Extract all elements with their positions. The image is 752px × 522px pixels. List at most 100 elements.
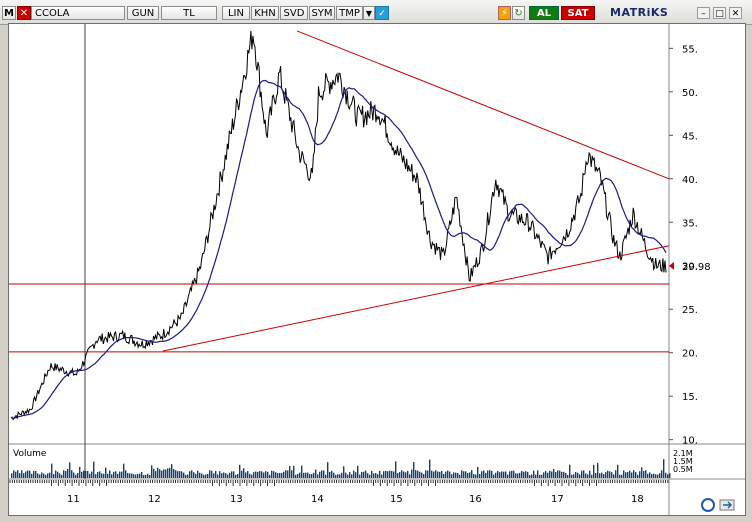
volume-bar [65,470,67,478]
volume-bar [595,472,597,478]
khn-button[interactable]: KHN [251,6,279,20]
volume-bar [277,473,279,478]
buy-button[interactable]: AL [529,6,559,20]
sym-button[interactable]: SYM [309,6,335,20]
volume-bar [431,470,433,478]
volume-bar [69,462,71,478]
menu-m-button[interactable]: M [2,6,16,20]
x-tick-label: 16 [469,494,482,505]
svd-button[interactable]: SVD [280,6,308,20]
volume-bar [541,474,543,478]
price-chart[interactable]: 10.15.20.25.30.35.40.45.50.55.29.98 Volu… [9,24,745,515]
volume-bar [439,471,441,478]
volume-bar [483,470,485,478]
volume-bar [119,471,121,478]
volume-bar [445,471,447,478]
refresh-icon[interactable]: ↻ [512,6,525,20]
volume-bar [231,471,233,478]
twitter-icon[interactable]: ✓ [375,6,389,20]
volume-bar [95,474,97,478]
volume-bar [343,466,345,478]
window-close-icon[interactable]: ✕ [729,7,742,19]
lin-button[interactable]: LIN [222,6,250,20]
volume-bar [57,471,59,478]
volume-bar [469,472,471,478]
volume-bar [359,474,361,478]
volume-bar [199,472,201,478]
volume-bar [315,469,317,478]
volume-bar [623,470,625,478]
volume-bar [171,464,173,478]
volume-bar [187,474,189,478]
sell-button[interactable]: SAT [561,6,595,20]
volume-bar [267,471,269,478]
volume-bar [461,470,463,478]
period-button[interactable]: GUN [127,6,159,20]
volume-bar [473,474,475,478]
tmp-button[interactable]: TMP [336,6,363,20]
volume-bar [19,473,21,478]
volume-bar [219,471,221,478]
volume-bar [41,472,43,478]
volume-bar [361,471,363,478]
volume-bar [169,467,171,478]
volume-bar [647,473,649,478]
volume-bar [401,470,403,478]
volume-bar [49,472,51,478]
dropdown-arrow-icon[interactable]: ▼ [363,6,375,20]
volume-bar [73,472,75,478]
volume-bar [573,474,575,478]
volume-bar [83,470,85,478]
close-icon[interactable]: ✕ [17,6,31,20]
volume-bar [307,472,309,478]
symbol-input[interactable]: CCOLA [31,6,125,20]
volume-bar [127,472,129,478]
volume-bar [487,470,489,478]
chart-panel[interactable]: 10. 15. 20. 25. 30. 35. 40. 45. 50. 55. 29.98 Volu… [8,23,746,516]
volume-bar [649,472,651,478]
volume-bar [293,465,295,478]
currency-button[interactable]: TL [161,6,217,20]
minimize-icon[interactable]: – [697,7,710,19]
volume-bar [349,472,351,478]
volume-bar [51,463,53,478]
volume-bar [571,474,573,478]
x-tick-label: 12 [148,494,161,505]
volume-bar [661,470,663,478]
volume-bar [471,470,473,478]
volume-bar [581,470,583,478]
volume-bar [223,472,225,478]
sync-icon[interactable] [700,496,740,514]
volume-bar [299,472,301,478]
y-tick-label: 45. [682,131,698,142]
volume-bar [25,471,27,478]
volume-bar [497,470,499,478]
volume-bar [167,468,169,478]
volume-bar [355,472,357,478]
volume-bar [35,470,37,478]
volume-bar [109,470,111,478]
volume-bar [23,473,25,478]
volume-bar [105,467,107,478]
y-tick-label: 10. [682,436,698,447]
volume-bar [533,470,535,478]
volume-bar [663,459,665,478]
y-tick-label: 15. [682,392,698,403]
lightning-icon[interactable]: ⚡ [498,6,511,20]
volume-bar [475,474,477,478]
volume-bar [91,471,93,478]
x-tick-label: 17 [551,494,564,505]
volume-bar [419,471,421,478]
volume-bar [211,470,213,478]
maximize-icon[interactable]: □ [713,7,726,19]
volume-bar [377,474,379,478]
volume-bar [281,472,283,478]
volume-bar [585,473,587,478]
volume-bar [365,470,367,478]
volume-bar [589,470,591,478]
volume-bar [247,471,249,478]
volume-bar [61,474,63,478]
volume-bar [209,470,211,478]
volume-bar [181,471,183,478]
volume-bar [543,472,545,478]
